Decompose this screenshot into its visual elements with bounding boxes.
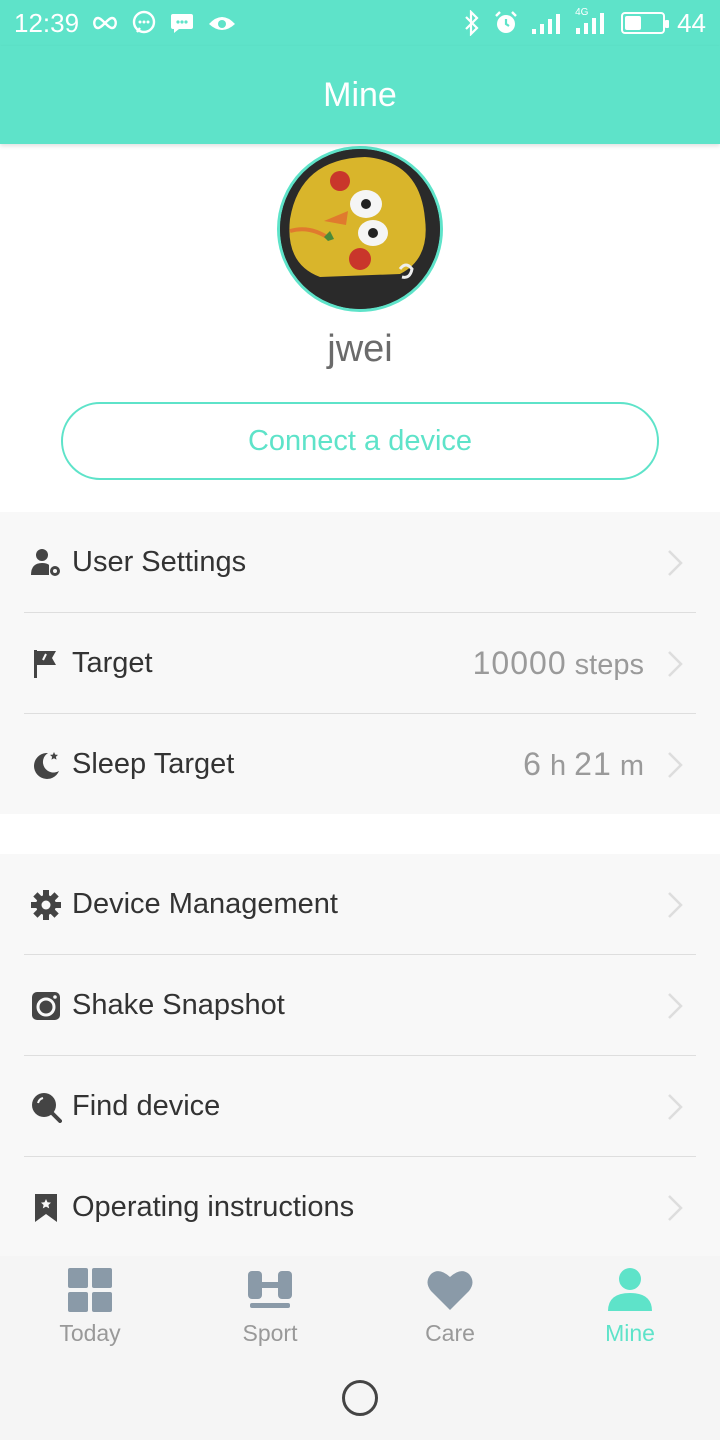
menu-item-label: Operating instructions [72, 1191, 355, 1223]
connect-device-button[interactable]: Connect a device [61, 402, 659, 480]
tab-label: Today [59, 1320, 121, 1346]
chevron-right-icon [666, 649, 684, 679]
grid-icon [66, 1266, 114, 1314]
tab-label: Care [425, 1320, 475, 1346]
bottom-tab-bar: Today Sport Care Mine [0, 1256, 720, 1356]
menu-item-user-settings[interactable]: User Settings [0, 512, 720, 613]
person-icon [606, 1266, 654, 1314]
system-nav-bar [0, 1356, 720, 1440]
app-header: Mine [0, 46, 720, 144]
status-bar: 12:39 4G 44 [0, 0, 720, 46]
signal-icon [531, 12, 563, 34]
heart-icon [426, 1266, 474, 1314]
menu-item-label: Shake Snapshot [72, 989, 285, 1021]
bluetooth-icon [463, 10, 481, 36]
sleep-minutes-unit: m [619, 750, 644, 782]
chevron-right-icon [666, 1193, 684, 1223]
gear-icon [30, 889, 62, 921]
target-steps-unit: steps [574, 649, 644, 681]
clock-text: 12:39 [14, 7, 80, 38]
user-settings-icon [30, 547, 62, 579]
chat-bubble-icon [131, 10, 157, 36]
chevron-right-icon [666, 1092, 684, 1122]
sleep-target-value: 6 h 21 m [523, 746, 644, 783]
message-icon [169, 10, 195, 36]
menu-item-label: Target [72, 647, 153, 679]
signal-4g-icon: 4G [575, 8, 609, 34]
chevron-right-icon [666, 548, 684, 578]
flag-icon [30, 648, 62, 680]
menu-item-label: User Settings [72, 546, 247, 578]
target-value: 10000 steps [473, 645, 644, 682]
status-bar-left: 12:39 [14, 8, 237, 39]
menu-item-sleep-target[interactable]: Sleep Target 6 h 21 m [0, 714, 720, 815]
camera-icon [30, 990, 62, 1022]
sleep-minutes: 21 [574, 746, 612, 782]
tab-label: Mine [605, 1320, 655, 1346]
page-title: Mine [323, 75, 397, 114]
device-group: Device Management Shake Snapshot Find de… [0, 854, 720, 1256]
battery-icon [621, 12, 670, 34]
moon-icon [30, 749, 62, 781]
target-steps-number: 10000 [472, 645, 567, 681]
menu-item-operating-instructions[interactable]: Operating instructions [0, 1157, 720, 1258]
battery-level-text: 44 [677, 7, 706, 38]
sleep-hours: 6 [523, 746, 542, 782]
bookmark-icon [30, 1192, 62, 1224]
menu-item-label: Sleep Target [72, 748, 235, 780]
menu-item-label: Find device [72, 1090, 221, 1122]
tab-sport[interactable]: Sport [180, 1256, 360, 1356]
sleep-hours-unit: h [549, 750, 567, 782]
alarm-icon [493, 10, 519, 36]
avatar-image [280, 149, 440, 309]
search-icon [30, 1091, 62, 1123]
menu-item-target[interactable]: Target 10000 steps [0, 613, 720, 714]
chevron-right-icon [666, 890, 684, 920]
settings-group: User Settings Target 10000 steps Sleep T… [0, 512, 720, 814]
username: jwei [327, 328, 393, 370]
battery-fill [625, 16, 641, 30]
chevron-right-icon [666, 750, 684, 780]
home-button[interactable] [342, 1380, 378, 1416]
status-bar-right: 4G 44 [463, 8, 706, 39]
eye-icon [207, 12, 237, 34]
dumbbell-icon [246, 1266, 294, 1314]
tab-today[interactable]: Today [0, 1256, 180, 1356]
profile-section: jwei Connect a device [0, 144, 720, 512]
avatar[interactable] [277, 146, 443, 312]
tab-care[interactable]: Care [360, 1256, 540, 1356]
menu-item-label: Device Management [72, 888, 338, 920]
menu-item-find-device[interactable]: Find device [0, 1056, 720, 1157]
network-type-label: 4G [575, 7, 589, 18]
tab-mine[interactable]: Mine [540, 1256, 720, 1356]
chevron-right-icon [666, 991, 684, 1021]
menu-item-shake-snapshot[interactable]: Shake Snapshot [0, 955, 720, 1056]
tab-label: Sport [242, 1320, 298, 1346]
menu-item-device-management[interactable]: Device Management [0, 854, 720, 955]
infinity-icon [91, 15, 119, 31]
